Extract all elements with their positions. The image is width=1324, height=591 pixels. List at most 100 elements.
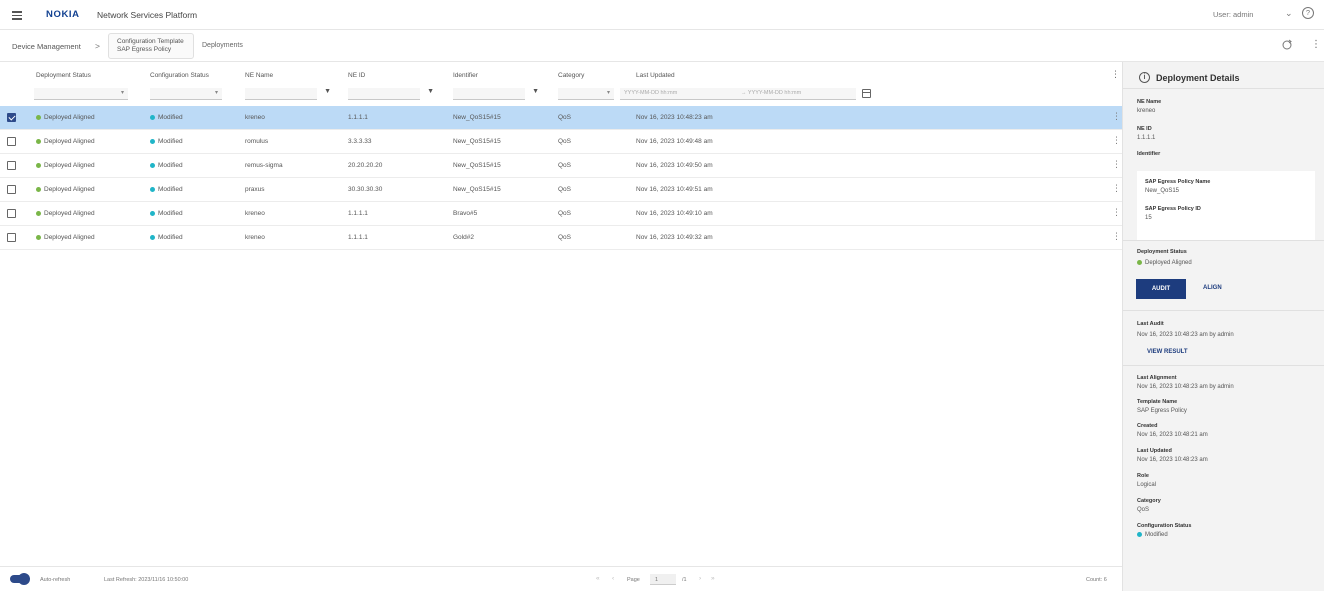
filter-configuration-status[interactable]: ▾ <box>150 88 222 100</box>
column-header-category[interactable]: Category <box>558 72 584 79</box>
table-row[interactable]: Deployed Aligned Modified kreneo 1.1.1.1… <box>0 226 1122 250</box>
status-dot-icon <box>36 210 41 216</box>
row-options-icon[interactable]: ⋮ <box>1112 183 1121 194</box>
refresh-icon[interactable] <box>1281 39 1293 51</box>
row-checkbox[interactable] <box>7 185 16 194</box>
category-label: Category <box>1137 498 1161 504</box>
panel-header: i Deployment Details <box>1137 70 1317 90</box>
previous-page-icon[interactable]: ‹ <box>612 575 614 582</box>
breadcrumb-deployments[interactable]: Deployments <box>202 42 243 49</box>
row-checkbox[interactable] <box>7 233 16 242</box>
page-total: /1 <box>682 577 687 583</box>
column-header-deployment-status[interactable]: Deployment Status <box>36 72 91 79</box>
identifier-cell: New_QoS15#15 <box>453 162 501 169</box>
next-page-icon[interactable]: › <box>699 575 701 582</box>
column-header-last-updated[interactable]: Last Updated <box>636 72 675 79</box>
more-options-icon[interactable]: ⋮ <box>1311 39 1321 50</box>
divider <box>1123 88 1324 89</box>
last-alignment-label: Last Alignment <box>1137 375 1177 381</box>
filter-icon[interactable]: ▼ <box>532 88 539 95</box>
status-dot-icon <box>150 234 155 240</box>
config-status-cell: Modified <box>150 138 183 145</box>
row-checkbox[interactable] <box>7 113 16 122</box>
ne-id-cell: 3.3.3.33 <box>348 138 372 145</box>
align-button[interactable]: ALIGN <box>1203 285 1222 291</box>
row-options-icon[interactable]: ⋮ <box>1112 207 1121 218</box>
chevron-down-icon[interactable]: ⌄ <box>1285 8 1293 19</box>
page-number-input[interactable] <box>650 574 676 585</box>
breadcrumb-template-type: Configuration Template <box>117 38 184 45</box>
calendar-icon[interactable] <box>862 89 871 98</box>
auto-refresh-toggle[interactable] <box>10 573 30 585</box>
divider <box>1123 365 1324 366</box>
ne-id-cell: 1.1.1.1 <box>348 114 368 121</box>
role-label: Role <box>1137 473 1149 479</box>
view-result-button[interactable]: VIEW RESULT <box>1147 349 1188 355</box>
table-row[interactable]: Deployed Aligned Modified remus-sigma 20… <box>0 154 1122 178</box>
filter-icon[interactable]: ▼ <box>427 88 434 95</box>
hamburger-menu-icon[interactable] <box>12 11 22 20</box>
chevron-down-icon: ▾ <box>606 90 610 96</box>
status-dot-icon <box>150 162 155 168</box>
sap-id-label: SAP Egress Policy ID <box>1145 206 1201 212</box>
table-row[interactable]: Deployed Aligned Modified kreneo 1.1.1.1… <box>0 202 1122 226</box>
audit-button[interactable]: AUDIT <box>1136 279 1186 299</box>
deployment-status-cell: Deployed Aligned <box>36 162 95 169</box>
table-row[interactable]: Deployed Aligned Modified kreneo 1.1.1.1… <box>0 106 1122 130</box>
breadcrumb-configuration-template[interactable]: Configuration Template SAP Egress Policy <box>108 33 194 59</box>
created-value: Nov 16, 2023 10:48:21 am <box>1137 432 1208 438</box>
row-checkbox[interactable] <box>7 161 16 170</box>
category-cell: QoS <box>558 186 572 193</box>
column-header-ne-id[interactable]: NE ID <box>348 72 365 79</box>
info-icon: i <box>1139 72 1150 83</box>
table-row[interactable]: Deployed Aligned Modified praxus 30.30.3… <box>0 178 1122 202</box>
help-icon[interactable]: ? <box>1302 7 1314 19</box>
first-page-icon[interactable]: « <box>596 575 600 582</box>
sap-name-value: New_QoS15 <box>1145 188 1180 194</box>
column-header-identifier[interactable]: Identifier <box>453 72 478 79</box>
filter-ne-id[interactable]: ▼ <box>348 88 434 100</box>
deployment-status-cell: Deployed Aligned <box>36 234 95 241</box>
panel-title: Deployment Details <box>1156 73 1240 83</box>
row-options-icon[interactable]: ⋮ <box>1112 159 1121 170</box>
filter-last-updated-range[interactable]: YYYY-MM-DD hh:mm → YYYY-MM-DD hh:mm <box>620 88 856 100</box>
table-footer: Auto-refresh Last Refresh: 2023/11/16 10… <box>0 566 1122 591</box>
ne-name-cell: remus-sigma <box>245 162 283 169</box>
deployment-status-value: Deployed Aligned <box>1137 260 1192 266</box>
chevron-down-icon: ▾ <box>120 90 124 96</box>
date-to-placeholder: → YYYY-MM-DD hh:mm <box>741 90 802 96</box>
chevron-down-icon: ▾ <box>214 90 218 96</box>
row-options-icon[interactable]: ⋮ <box>1112 231 1121 242</box>
ne-name-cell: kreneo <box>245 114 265 121</box>
row-options-icon[interactable]: ⋮ <box>1112 135 1121 146</box>
ne-name-cell: romulus <box>245 138 269 145</box>
config-status-cell: Modified <box>150 234 183 241</box>
user-menu[interactable]: User: admin <box>1213 10 1253 19</box>
row-checkbox[interactable] <box>7 137 16 146</box>
config-status-cell: Modified <box>150 186 183 193</box>
filter-deployment-status[interactable]: ▾ <box>34 88 128 100</box>
status-dot-icon <box>36 138 41 144</box>
deployment-status-cell: Deployed Aligned <box>36 138 95 145</box>
table-row[interactable]: Deployed Aligned Modified romulus 3.3.3.… <box>0 130 1122 154</box>
row-options-icon[interactable]: ⋮ <box>1112 111 1121 122</box>
row-checkbox[interactable] <box>7 209 16 218</box>
ne-id-value: 1.1.1.1 <box>1137 135 1156 141</box>
ne-id-label: NE ID <box>1137 126 1152 132</box>
column-options-icon[interactable]: ⋮ <box>1111 69 1120 80</box>
filter-icon[interactable]: ▼ <box>324 88 331 95</box>
last-audit-value: Nov 16, 2023 10:48:23 am by admin <box>1137 332 1234 338</box>
last-page-icon[interactable]: » <box>711 575 715 582</box>
status-dot-icon <box>1137 260 1142 265</box>
app-header: NOKIA Network Services Platform User: ad… <box>0 0 1324 30</box>
created-label: Created <box>1137 423 1158 429</box>
config-status-cell: Modified <box>150 114 183 121</box>
filter-ne-name[interactable]: ▼ <box>245 88 331 100</box>
column-header-configuration-status[interactable]: Configuration Status <box>150 72 209 79</box>
breadcrumb-device-management[interactable]: Device Management <box>12 42 81 51</box>
filter-category[interactable]: ▾ <box>558 88 614 100</box>
status-dot-icon <box>150 210 155 216</box>
column-header-ne-name[interactable]: NE Name <box>245 72 273 79</box>
template-name-label: Template Name <box>1137 399 1178 405</box>
filter-identifier[interactable]: ▼ <box>453 88 539 100</box>
